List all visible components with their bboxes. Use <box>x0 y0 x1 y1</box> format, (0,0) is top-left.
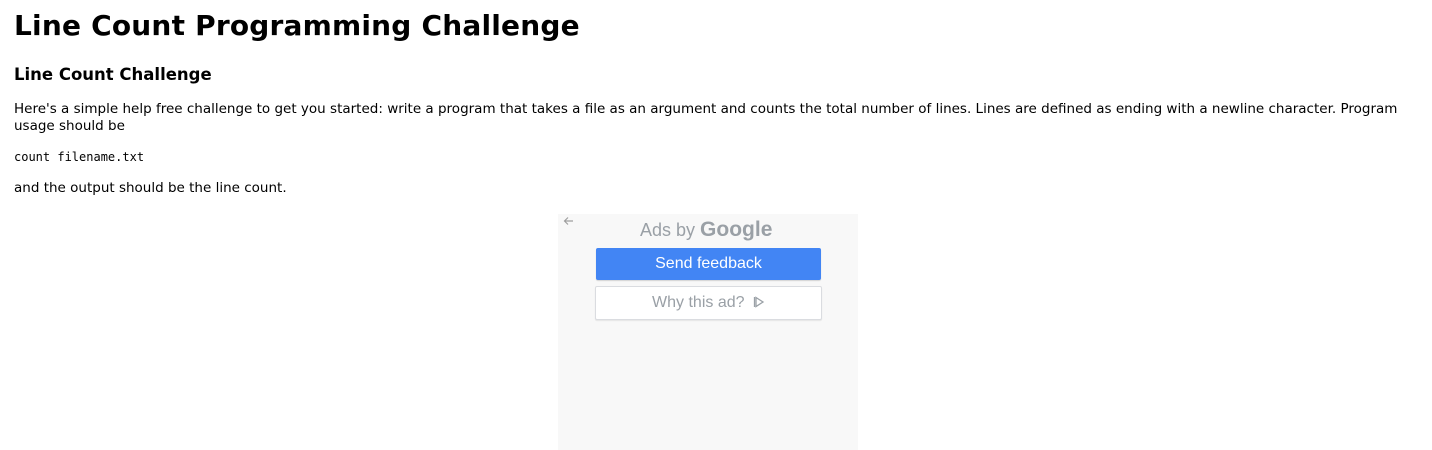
play-outline-icon <box>753 296 765 308</box>
outro-paragraph: and the output should be the line count. <box>14 180 287 196</box>
intro-paragraph: Here's a simple help free challenge to g… <box>14 101 1398 134</box>
arrow-left-icon[interactable] <box>561 215 575 231</box>
ads-by-prefix: Ads by <box>640 220 696 240</box>
arrow-left-icon-graphic <box>563 217 573 225</box>
send-feedback-button[interactable]: Send feedback <box>596 248 821 280</box>
why-this-ad-button[interactable]: Why this ad? <box>595 286 822 320</box>
ads-by-google-label: Ads by Google <box>640 218 772 242</box>
section-heading: Line Count Challenge <box>14 65 212 84</box>
why-this-ad-label: Why this ad? <box>652 294 745 311</box>
google-ad-panel: Ads by Google Send feedback Why this ad? <box>558 214 858 450</box>
page-title: Line Count Programming Challenge <box>14 9 580 42</box>
usage-code: count filename.txt <box>14 150 145 164</box>
google-brand: Google <box>700 218 773 241</box>
